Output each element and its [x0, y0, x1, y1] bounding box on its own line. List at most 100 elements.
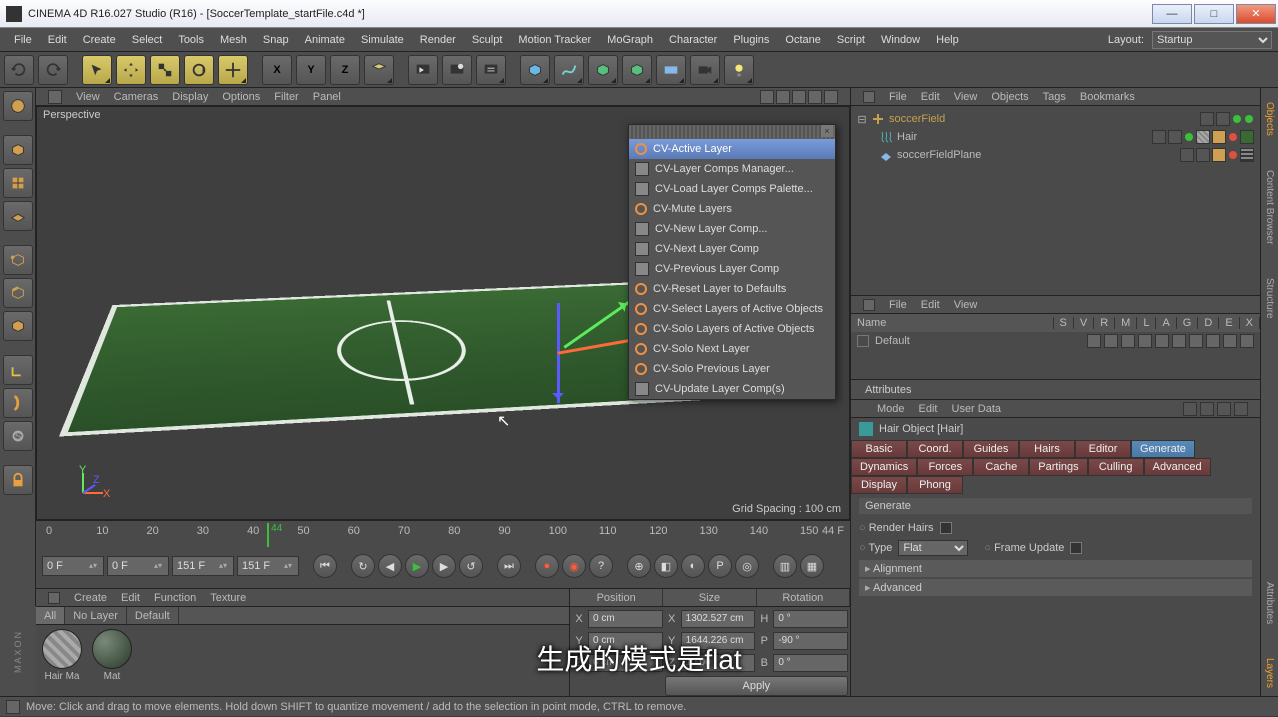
vtab-structure[interactable]: Structure — [1264, 270, 1275, 327]
menu-edit[interactable]: Edit — [40, 28, 75, 52]
step-fwd-button[interactable]: ↺ — [459, 554, 483, 578]
menu-select[interactable]: Select — [124, 28, 171, 52]
material-thumb[interactable]: Mat — [90, 629, 134, 682]
vp-menu-view[interactable]: View — [76, 91, 100, 103]
key-pla-button[interactable]: P — [708, 554, 732, 578]
goto-end-button[interactable]: ⏭ — [497, 554, 521, 578]
mat-menu-edit[interactable]: Edit — [121, 592, 140, 604]
timeline-settings-button[interactable]: ▥ — [773, 554, 797, 578]
filter-default[interactable]: Default — [127, 607, 179, 624]
polygon-mode[interactable] — [3, 311, 33, 341]
tab-cache[interactable]: Cache — [973, 458, 1029, 476]
attr-menu-userdata[interactable]: User Data — [952, 403, 1002, 415]
layer-flag-icon[interactable] — [1138, 334, 1152, 348]
render-hairs-checkbox[interactable] — [940, 522, 952, 534]
vp-menu-options[interactable]: Options — [222, 91, 260, 103]
menu-tools[interactable]: Tools — [170, 28, 212, 52]
ctx-cv-update-layer-comps[interactable]: CV-Update Layer Comp(s) — [629, 379, 835, 399]
tab-dynamics[interactable]: Dynamics — [851, 458, 917, 476]
render-settings[interactable] — [476, 55, 506, 85]
timeline-ruler[interactable]: 0102030405060708090100110120130140150 44… — [36, 521, 850, 551]
edge-mode[interactable] — [3, 278, 33, 308]
fold-advanced[interactable]: Advanced — [859, 579, 1252, 596]
vp-menu-display[interactable]: Display — [172, 91, 208, 103]
tab-hairs[interactable]: Hairs — [1019, 440, 1075, 458]
close-button[interactable]: ✕ — [1236, 4, 1276, 24]
context-menu-close-icon[interactable]: × — [821, 125, 833, 137]
key-scale-button[interactable]: ◧ — [654, 554, 678, 578]
tree-row-hair[interactable]: Hair — [857, 128, 1254, 146]
apply-button[interactable]: Apply — [665, 676, 848, 696]
maximize-button[interactable]: □ — [1194, 4, 1234, 24]
ctx-cv-solo-next-layer[interactable]: CV-Solo Next Layer — [629, 339, 835, 359]
ctx-cv-mute-layers[interactable]: CV-Mute Layers — [629, 199, 835, 219]
menu-render[interactable]: Render — [412, 28, 464, 52]
goto-start-button[interactable]: ⏮ — [313, 554, 337, 578]
ctx-cv-solo-layers[interactable]: CV-Solo Layers of Active Objects — [629, 319, 835, 339]
layer-flag-icon[interactable] — [1121, 334, 1135, 348]
autokey-button[interactable]: ◉ — [562, 554, 586, 578]
layout-select[interactable]: Startup — [1152, 31, 1272, 49]
coord-system[interactable] — [364, 55, 394, 85]
ctx-cv-select-layers[interactable]: CV-Select Layers of Active Objects — [629, 299, 835, 319]
vp-nav-icon[interactable] — [808, 90, 822, 104]
attr-menu-icon[interactable] — [1234, 402, 1248, 416]
obj-menu-edit[interactable]: Edit — [921, 91, 940, 103]
step-back-button[interactable]: ↻ — [351, 554, 375, 578]
menu-file[interactable]: File — [6, 28, 40, 52]
vtab-attributes[interactable]: Attributes — [1264, 574, 1275, 632]
timeline-dopesheet-button[interactable]: ▦ — [800, 554, 824, 578]
layers-menu-view[interactable]: View — [954, 299, 978, 311]
menu-create[interactable]: Create — [75, 28, 124, 52]
loop-start-field[interactable]: 0 F▴▾ — [107, 556, 169, 576]
context-menu-header[interactable]: × — [629, 125, 835, 139]
record-button[interactable]: ● — [535, 554, 559, 578]
ctx-cv-layer-comps-manager[interactable]: CV-Layer Comps Manager... — [629, 159, 835, 179]
tree-row-soccerfieldplane[interactable]: soccerFieldPlane — [857, 146, 1254, 164]
obj-menu-tags[interactable]: Tags — [1043, 91, 1066, 103]
obj-menu-bookmarks[interactable]: Bookmarks — [1080, 91, 1135, 103]
attr-fwd-icon[interactable] — [1200, 402, 1214, 416]
range-end-field[interactable]: 151 F▴▾ — [237, 556, 299, 576]
y-axis-lock[interactable]: Y — [296, 55, 326, 85]
x-axis-lock[interactable]: X — [262, 55, 292, 85]
play-button[interactable]: ▶ — [405, 554, 429, 578]
rot-b-field[interactable]: 0 ° — [773, 654, 848, 672]
panel-grip-icon[interactable] — [863, 299, 875, 311]
layer-flag-icon[interactable] — [1240, 334, 1254, 348]
keyframe-options-button[interactable]: ? — [589, 554, 613, 578]
make-editable[interactable] — [3, 91, 33, 121]
snap-toggle[interactable]: S — [3, 421, 33, 451]
vp-grip-icon[interactable] — [48, 90, 62, 104]
tab-editor[interactable]: Editor — [1075, 440, 1131, 458]
vtab-content-browser[interactable]: Content Browser — [1264, 162, 1275, 252]
key-rot-button[interactable]: ◐ — [681, 554, 705, 578]
menu-character[interactable]: Character — [661, 28, 725, 52]
scale-tool[interactable] — [150, 55, 180, 85]
type-select[interactable]: Flat — [898, 540, 968, 556]
recent-tool[interactable] — [218, 55, 248, 85]
layer-flag-icon[interactable] — [1223, 334, 1237, 348]
mat-menu-texture[interactable]: Texture — [210, 592, 246, 604]
layers-menu-edit[interactable]: Edit — [921, 299, 940, 311]
move-tool[interactable] — [116, 55, 146, 85]
menu-plugins[interactable]: Plugins — [725, 28, 777, 52]
filter-all[interactable]: All — [36, 607, 65, 624]
rot-p-field[interactable]: -90 ° — [773, 632, 848, 650]
select-tool[interactable] — [82, 55, 112, 85]
material-thumb[interactable]: Hair Ma — [40, 629, 84, 682]
filter-nolayer[interactable]: No Layer — [65, 607, 127, 624]
obj-menu-file[interactable]: File — [889, 91, 907, 103]
menu-animate[interactable]: Animate — [297, 28, 353, 52]
menu-window[interactable]: Window — [873, 28, 928, 52]
panel-grip-icon[interactable] — [863, 91, 875, 103]
tab-culling[interactable]: Culling — [1088, 458, 1144, 476]
key-pos-button[interactable]: ⊕ — [627, 554, 651, 578]
tab-display[interactable]: Display — [851, 476, 907, 494]
vp-nav-icon[interactable] — [760, 90, 774, 104]
vp-menu-panel[interactable]: Panel — [313, 91, 341, 103]
generator-tool[interactable] — [588, 55, 618, 85]
redo-button[interactable] — [38, 55, 68, 85]
z-axis-lock[interactable]: Z — [330, 55, 360, 85]
axis-mode[interactable] — [3, 355, 33, 385]
